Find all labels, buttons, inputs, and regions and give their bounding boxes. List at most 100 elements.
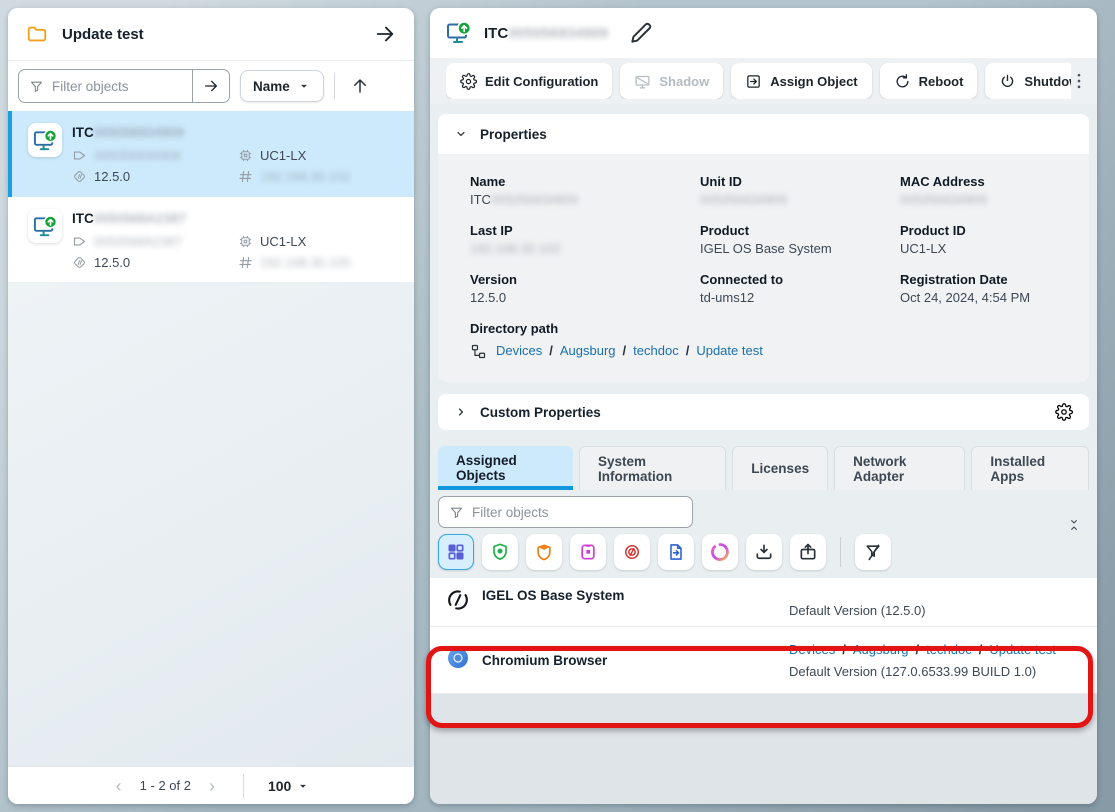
template-profile-icon[interactable] [658,534,694,570]
apps-icon[interactable] [702,534,738,570]
breadcrumb-link-update-test[interactable]: Update test [989,642,1056,657]
gear-icon [460,73,477,90]
breadcrumb-separator: / [842,642,846,657]
property-name: Name ITC005056934909 [470,174,700,207]
device-filter-input[interactable] [50,78,192,95]
property-value: td-ums12 [700,290,900,305]
left-panel-header: Update test [8,8,414,61]
assign-object-button[interactable]: Assign Object [731,63,871,99]
divider [243,774,244,798]
device-name-redacted: 005056934909 [508,25,608,42]
profile-shield-icon[interactable] [482,534,518,570]
device-list-panel: Update test Name ITC005056934909 0050569… [8,8,414,804]
property-label: Unit ID [700,174,900,189]
breadcrumb-link-techdoc[interactable]: techdoc [926,642,972,657]
reboot-icon [894,73,911,90]
priority-profile-icon[interactable] [614,534,650,570]
tab-assigned-objects[interactable]: Assigned Objects [438,446,573,490]
device-icon [28,123,62,157]
assigned-object-row-chromium-browser[interactable]: Chromium Browser Devices / Augsburg / techdo… [430,627,1097,694]
page-size-dropdown[interactable]: 100 [268,778,310,794]
property-last-ip: Last IP 192.168.30.102 [470,223,700,256]
shadow-button[interactable]: Shadow [620,63,723,99]
sort-direction-button[interactable] [345,77,375,95]
firmware-customization-icon[interactable] [570,534,606,570]
properties-section-header[interactable]: Properties [438,114,1089,154]
object-filter-input-wrap [438,496,693,528]
tab-licenses[interactable]: Licenses [732,446,828,490]
tab-system-information[interactable]: System Information [579,446,726,490]
breadcrumb-link-augsburg[interactable]: Augsburg [560,343,616,358]
breadcrumb-link-devices[interactable]: Devices [789,642,835,657]
apply-filter-button[interactable] [192,70,229,102]
breadcrumb-separator: / [979,642,983,657]
object-version: Default Version (12.5.0) [789,603,1081,618]
collapse-section-button[interactable] [1067,518,1081,532]
divider [840,537,841,567]
properties-section-body: Name ITC005056934909 Unit ID 00505693490… [438,154,1089,382]
tag-icon [72,234,87,249]
chromium-logo-icon [446,646,470,675]
property-value: 12.5.0 [470,290,700,305]
breadcrumb-link-update-test[interactable]: Update test [696,343,763,358]
sort-field-dropdown[interactable]: Name [240,70,324,102]
breadcrumb-link-augsburg[interactable]: Augsburg [853,642,909,657]
property-product: Product IGEL OS Base System [700,223,900,256]
tab-network-adapter[interactable]: Network Adapter [834,446,965,490]
custom-properties-settings-button[interactable] [1055,403,1073,421]
breadcrumb-separator: / [916,642,920,657]
tag-icon [72,148,87,163]
property-connected-to: Connected to td-ums12 [700,272,900,305]
property-value: ITC005056934909 [470,192,700,207]
custom-properties-section-header[interactable]: Custom Properties [438,394,1089,430]
object-filter-input[interactable] [470,504,692,521]
device-filter-bar: Name [8,61,414,111]
all-objects-grid-icon[interactable] [438,534,474,570]
open-directory-arrow-icon[interactable] [374,23,396,45]
assigned-objects-filter-zone [430,490,1097,578]
master-profile-shield-icon[interactable] [526,534,562,570]
property-unit-id: Unit ID 005056934909 [700,174,900,207]
assigned-object-row-igel-os-base-system[interactable]: IGEL OS Base System Default Version (12.… [430,578,1097,627]
hash-icon [238,255,253,270]
caret-down-icon [297,79,311,93]
property-label: Registration Date [900,272,1073,287]
assign-object-icon [745,73,762,90]
object-path-breadcrumb: Devices / Augsburg / techdoc / Update test [789,642,1081,657]
property-value: 192.168.30.102 [470,241,700,256]
funnel-icon [439,505,470,520]
tab-installed-apps[interactable]: Installed Apps [971,446,1089,490]
device-list-item[interactable]: ITC0050568A2387 0050568A2387 UC1-LX 12.5… [8,197,414,283]
device-list-item[interactable]: ITC005056934909 005056934909 UC1-LX 12.5… [8,111,414,197]
import-tray-icon[interactable] [746,534,782,570]
left-panel-background [8,283,414,766]
device-detail-panel: ITC 005056934909 Edit Configuration Shad… [430,8,1097,804]
igel-logo-icon [446,588,470,617]
clear-filter-icon[interactable] [855,534,891,570]
monitor-off-icon [634,73,651,90]
device-name: ITC0050568A2387 [72,211,350,226]
property-value: 005056934909 [900,192,1073,207]
previous-page-button[interactable]: ‹ [112,777,126,795]
more-actions-button[interactable] [1069,71,1089,91]
edit-configuration-button[interactable]: Edit Configuration [446,63,612,99]
property-registration-date: Registration Date Oct 24, 2024, 4:54 PM [900,272,1073,305]
properties-title: Properties [480,127,547,142]
property-label: Connected to [700,272,900,287]
rename-device-button[interactable] [628,20,654,46]
device-unit-id: 005056934909 [72,148,238,163]
breadcrumb-link-devices[interactable]: Devices [496,343,542,358]
breadcrumb-link-techdoc[interactable]: techdoc [633,343,679,358]
breadcrumb-separator: / [623,343,627,358]
object-title: Chromium Browser [482,653,607,668]
property-value: Oct 24, 2024, 4:54 PM [900,290,1073,305]
divider [334,73,335,99]
reboot-button[interactable]: Reboot [880,63,978,99]
breadcrumb-separator: / [686,343,690,358]
export-box-icon[interactable] [790,534,826,570]
tree-icon [470,343,487,360]
next-page-button[interactable]: › [205,777,219,795]
page-size-value: 100 [268,778,291,794]
power-icon [999,73,1016,90]
shutdown-button[interactable]: Shutdown [985,63,1071,99]
